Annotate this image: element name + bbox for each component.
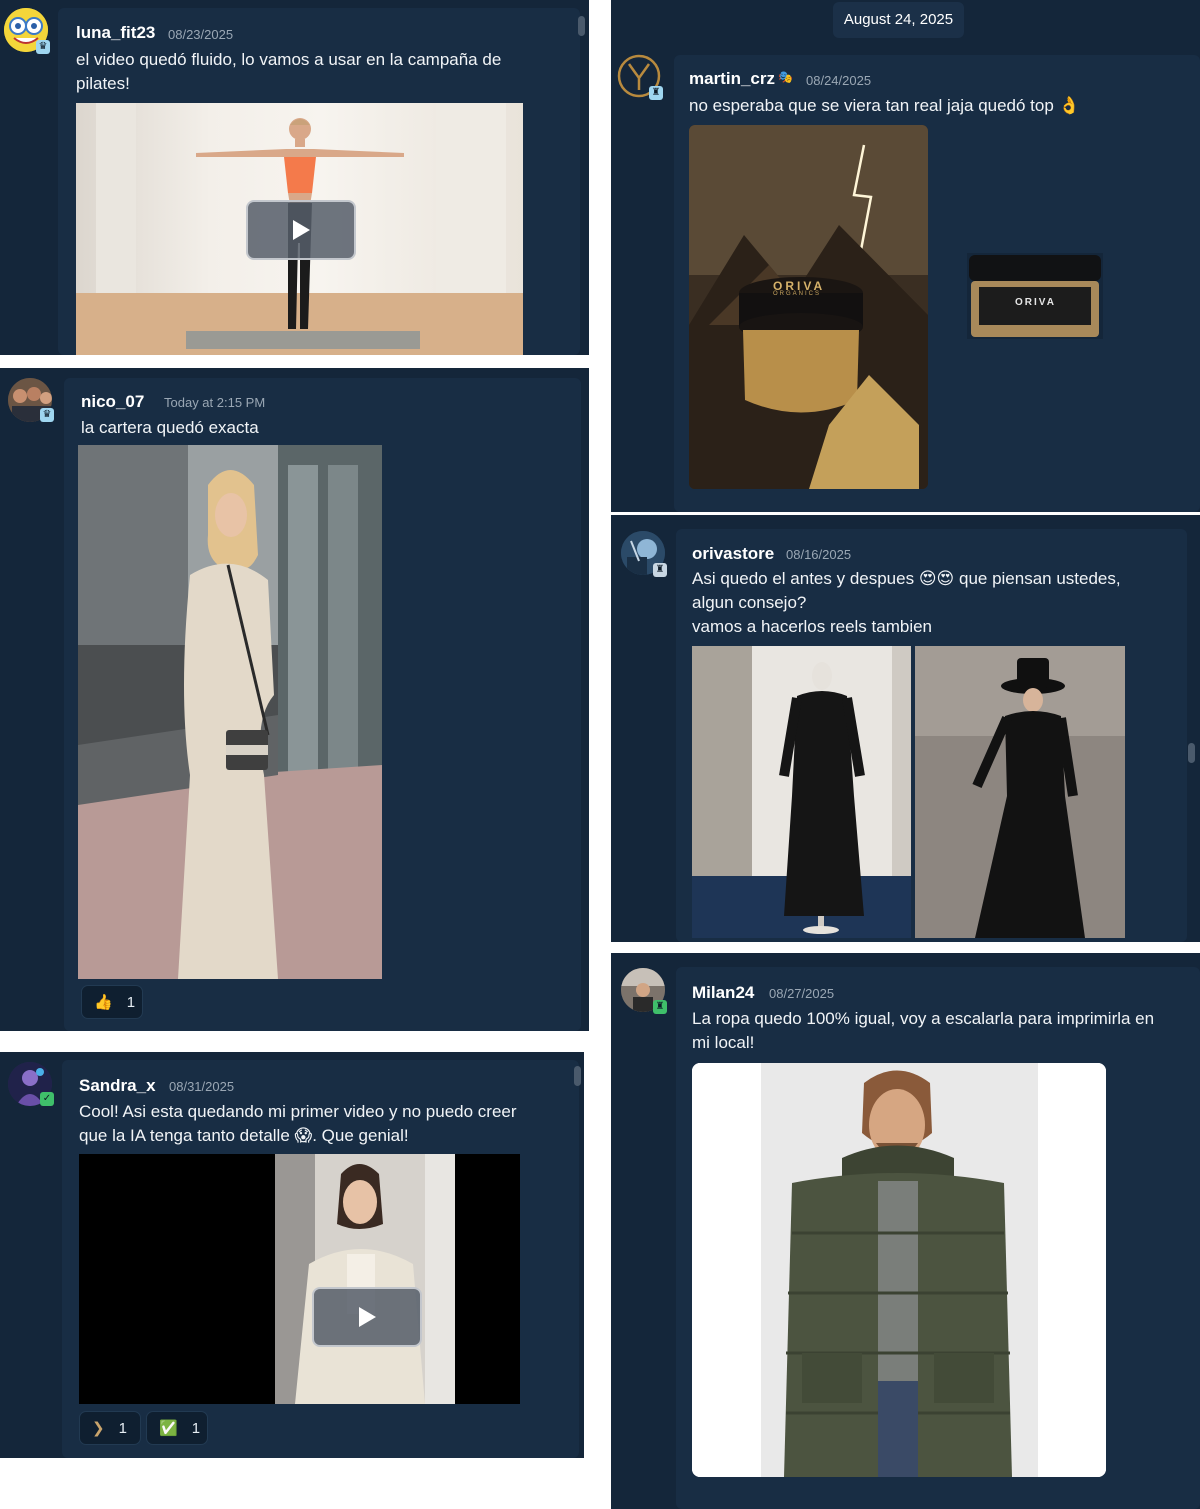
image-attachment[interactable] — [692, 1063, 1106, 1477]
timestamp: 08/23/2025 — [168, 27, 234, 42]
play-button[interactable] — [312, 1287, 422, 1347]
post-luna-fit23: ♛ luna_fit23 08/23/2025 el video quedó f… — [0, 0, 589, 355]
username[interactable]: orivastore — [692, 544, 774, 564]
jar-product-photo — [967, 253, 1103, 339]
post-orivastore: ♜ orivastore 08/16/2025 Asi quedo el ant… — [611, 515, 1200, 942]
play-button[interactable] — [246, 200, 356, 260]
badge-icon: ♛ — [36, 40, 50, 54]
message-text: la cartera quedó exacta — [81, 418, 259, 437]
mannequin-dress-photo — [692, 646, 911, 938]
image-before[interactable] — [692, 646, 911, 938]
username[interactable]: Milan24 — [692, 983, 754, 1003]
post-nico-07: ♛ nico_07 Today at 2:15 PM la cartera qu… — [0, 368, 589, 1031]
message-text: Asi quedo el antes y despues 😍😍 que pien… — [692, 569, 1121, 612]
badge-icon: ♜ — [649, 86, 663, 100]
play-icon — [293, 220, 310, 240]
scrollbar[interactable] — [578, 16, 585, 36]
jar-mountain-photo — [689, 125, 928, 489]
mask-icon: 🎭 — [778, 70, 793, 84]
badge-icon: ♜ — [653, 1000, 667, 1014]
timestamp: 08/27/2025 — [769, 986, 835, 1001]
timestamp: 08/31/2025 — [169, 1079, 235, 1094]
timestamp: 08/24/2025 — [806, 73, 872, 88]
username[interactable]: martin_crz — [689, 69, 775, 89]
thumbs-up-icon: 👍 — [94, 994, 113, 1011]
message-text: La ropa quedo 100% igual, voy a escalarl… — [692, 1009, 1155, 1052]
woman-speaking-frame — [275, 1154, 455, 1404]
message-text: Cool! Asi esta quedando mi primer video … — [79, 1102, 517, 1145]
video-thumbnail[interactable] — [76, 103, 523, 355]
play-icon — [359, 1307, 376, 1327]
image-after[interactable] — [915, 646, 1125, 938]
reaction-check[interactable]: ✅ 1 — [146, 1411, 208, 1445]
username[interactable]: nico_07 — [81, 392, 144, 412]
badge-icon: ♜ — [653, 563, 667, 577]
reaction-count: 1 — [191, 1419, 201, 1437]
message-text: el video quedó fluido, lo vamos a usar e… — [76, 50, 502, 93]
badge-icon: ♛ — [40, 408, 54, 422]
reaction-thumbs-up[interactable]: 👍 1 — [81, 985, 143, 1019]
post-sandra-x: ✓ Sandra_x 08/31/2025 Cool! Asi esta que… — [0, 1052, 584, 1458]
scrollbar[interactable] — [574, 1066, 581, 1086]
woman-street-photo — [78, 445, 382, 979]
reaction-arrow[interactable]: ❯ 1 — [79, 1411, 141, 1445]
jar-sub-label: ORGANICS — [773, 291, 822, 297]
check-mark-icon: ✅ — [159, 1420, 178, 1437]
image-attachment[interactable]: ORIVA ORGANICS — [689, 125, 928, 489]
badge-icon: ✓ — [40, 1092, 54, 1106]
reaction-count: 1 — [126, 993, 136, 1011]
video-thumbnail[interactable] — [79, 1154, 520, 1404]
username[interactable]: luna_fit23 — [76, 23, 155, 43]
image-attachment[interactable]: ORIVA — [967, 253, 1103, 339]
timestamp: 08/16/2025 — [786, 547, 852, 562]
reaction-count: 1 — [118, 1419, 127, 1437]
model-dress-photo — [915, 646, 1125, 938]
username[interactable]: Sandra_x — [79, 1076, 156, 1096]
post-martin-crz: August 24, 2025 ♜ martin_crz 🎭 08/24/202… — [611, 0, 1200, 512]
jar-brand-label: ORIVA — [1015, 297, 1056, 308]
timestamp: Today at 2:15 PM — [164, 395, 266, 410]
message-text: no esperaba que se viera tan real jaja q… — [689, 96, 1080, 115]
arrow-icon: ❯ — [92, 1420, 105, 1437]
message-text-line2: vamos a hacerlos reels tambien — [692, 617, 933, 636]
scrollbar[interactable] — [1188, 743, 1195, 763]
man-jacket-photo — [692, 1063, 1106, 1477]
image-attachment[interactable] — [78, 445, 382, 979]
date-divider: August 24, 2025 — [833, 2, 964, 38]
post-milan24: ♜ Milan24 08/27/2025 La ropa quedo 100% … — [611, 953, 1200, 1509]
